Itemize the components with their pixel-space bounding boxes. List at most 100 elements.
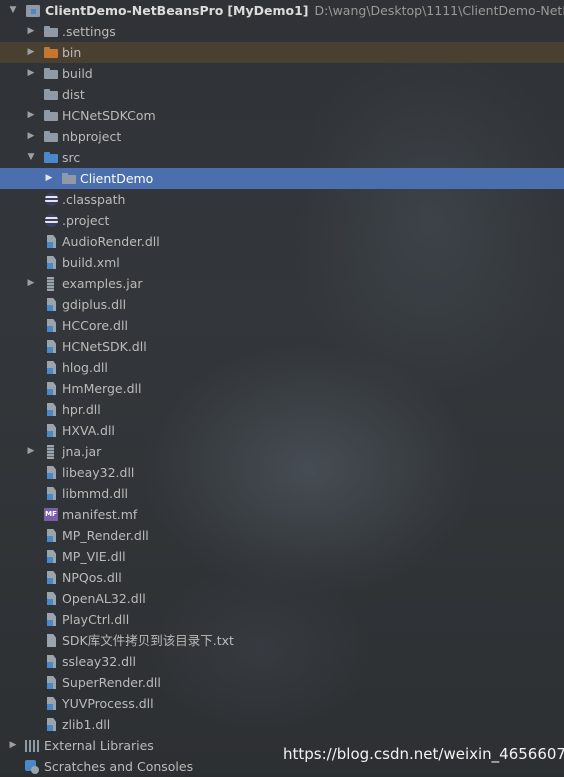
folder-icon — [44, 26, 58, 37]
dll-file-icon — [46, 676, 58, 690]
tree-item-hpr[interactable]: hpr.dll — [0, 399, 564, 420]
jar-icon — [44, 445, 58, 459]
eclipse-icon — [45, 214, 58, 227]
tree-item-label: External Libraries — [44, 738, 154, 753]
project-root-node[interactable]: ▼ ClientDemo-NetBeansPro [MyDemo1] D:\wan… — [0, 0, 564, 21]
tree-item-label: OpenAL32.dll — [62, 591, 146, 606]
dll-file-icon — [46, 298, 58, 312]
tree-item-superrender[interactable]: SuperRender.dll — [0, 672, 564, 693]
tree-item-build-xml[interactable]: build.xml — [0, 252, 564, 273]
tree-item-label: build — [62, 66, 93, 81]
tree-item-settings[interactable]: ▶ .settings — [0, 21, 564, 42]
tree-item-label: .project — [62, 213, 110, 228]
tree-item-hcnetsdkcom[interactable]: ▶ HCNetSDKCom — [0, 105, 564, 126]
tree-item-label: NPQos.dll — [62, 570, 122, 585]
tree-item-label: ssleay32.dll — [62, 654, 137, 669]
tree-item-label: HCNetSDKCom — [62, 108, 156, 123]
dll-file-icon — [46, 613, 58, 627]
dll-file-icon — [46, 340, 58, 354]
tree-item-sdk-txt[interactable]: SDK库文件拷贝到该目录下.txt — [0, 630, 564, 651]
tree-item-hlog[interactable]: hlog.dll — [0, 357, 564, 378]
folder-icon — [44, 89, 58, 100]
tree-item-classpath[interactable]: .classpath — [0, 189, 564, 210]
collapse-arrow-icon[interactable]: ▶ — [25, 273, 37, 294]
collapse-arrow-icon[interactable]: ▶ — [25, 126, 37, 147]
tree-item-bin[interactable]: ▶ bin — [0, 42, 564, 63]
collapse-arrow-icon[interactable]: ▶ — [25, 441, 37, 462]
tree-item-label: gdiplus.dll — [62, 297, 127, 312]
excluded-folder-icon — [44, 47, 58, 58]
tree-item-clientdemo[interactable]: ▶ ClientDemo — [0, 168, 564, 189]
dll-file-icon — [46, 466, 58, 480]
tree-item-label: HCCore.dll — [62, 318, 128, 333]
tree-item-manifest[interactable]: MF manifest.mf — [0, 504, 564, 525]
tree-item-project-file[interactable]: .project — [0, 210, 564, 231]
expand-arrow-icon[interactable]: ▼ — [25, 147, 37, 168]
tree-item-npqos[interactable]: NPQos.dll — [0, 567, 564, 588]
tree-item-hccore[interactable]: HCCore.dll — [0, 315, 564, 336]
folder-icon — [44, 131, 58, 142]
dll-file-icon — [46, 655, 58, 669]
dll-file-icon — [46, 319, 58, 333]
tree-item-label: libeay32.dll — [62, 465, 135, 480]
tree-item-label: HmMerge.dll — [62, 381, 142, 396]
tree-item-zlib1[interactable]: zlib1.dll — [0, 714, 564, 735]
collapse-arrow-icon[interactable]: ▶ — [25, 63, 37, 84]
tree-item-mp-render[interactable]: MP_Render.dll — [0, 525, 564, 546]
source-folder-icon — [44, 152, 58, 163]
tree-item-hcnetsdk[interactable]: HCNetSDK.dll — [0, 336, 564, 357]
tree-item-audiorender[interactable]: AudioRender.dll — [0, 231, 564, 252]
tree-item-label: dist — [62, 87, 85, 102]
tree-item-label: build.xml — [62, 255, 120, 270]
tree-item-yuvprocess[interactable]: YUVProcess.dll — [0, 693, 564, 714]
tree-item-label: examples.jar — [62, 276, 143, 291]
collapse-arrow-icon[interactable]: ▶ — [25, 21, 37, 42]
tree-item-mp-vie[interactable]: MP_VIE.dll — [0, 546, 564, 567]
dll-file-icon — [46, 718, 58, 732]
module-icon — [26, 4, 40, 17]
tree-item-dist[interactable]: dist — [0, 84, 564, 105]
tree-item-label: jna.jar — [62, 444, 102, 459]
dll-file-icon — [46, 529, 58, 543]
tree-item-nbproject[interactable]: ▶ nbproject — [0, 126, 564, 147]
project-path: D:\wang\Desktop\1111\ClientDemo-NetBeans… — [314, 3, 564, 18]
tree-item-label: hlog.dll — [62, 360, 108, 375]
project-tree: ▼ ClientDemo-NetBeansPro [MyDemo1] D:\wan… — [0, 0, 564, 777]
tree-item-hxva[interactable]: HXVA.dll — [0, 420, 564, 441]
tree-item-label: HCNetSDK.dll — [62, 339, 147, 354]
tree-item-label: MP_VIE.dll — [62, 549, 126, 564]
tree-item-gdiplus[interactable]: gdiplus.dll — [0, 294, 564, 315]
tree-item-libmmd[interactable]: libmmd.dll — [0, 483, 564, 504]
tree-item-libeay32[interactable]: libeay32.dll — [0, 462, 564, 483]
collapse-arrow-icon[interactable]: ▶ — [25, 105, 37, 126]
tree-item-label: MP_Render.dll — [62, 528, 149, 543]
tree-item-ssleay32[interactable]: ssleay32.dll — [0, 651, 564, 672]
tree-item-label: YUVProcess.dll — [62, 696, 154, 711]
tree-item-jna-jar[interactable]: ▶ jna.jar — [0, 441, 564, 462]
expand-arrow-icon[interactable]: ▼ — [7, 0, 19, 21]
collapse-arrow-icon[interactable]: ▶ — [43, 168, 55, 189]
tree-item-src[interactable]: ▼ src — [0, 147, 564, 168]
tree-item-label: SuperRender.dll — [62, 675, 161, 690]
tree-item-label: Scratches and Consoles — [44, 759, 194, 774]
libraries-icon — [25, 739, 39, 752]
tree-item-label: .classpath — [62, 192, 126, 207]
tree-item-label: hpr.dll — [62, 402, 101, 417]
collapse-arrow-icon[interactable]: ▶ — [7, 735, 19, 756]
tree-item-label: .settings — [62, 24, 116, 39]
tree-item-examples-jar[interactable]: ▶ examples.jar — [0, 273, 564, 294]
dll-file-icon — [46, 487, 58, 501]
collapse-arrow-icon[interactable]: ▶ — [25, 42, 37, 63]
tree-item-hmmerge[interactable]: HmMerge.dll — [0, 378, 564, 399]
tree-item-label: HXVA.dll — [62, 423, 115, 438]
project-name: ClientDemo-NetBeansPro — [45, 3, 224, 18]
tree-item-build[interactable]: ▶ build — [0, 63, 564, 84]
tree-item-openal32[interactable]: OpenAL32.dll — [0, 588, 564, 609]
tree-item-label: manifest.mf — [62, 507, 138, 522]
tree-item-label: SDK库文件拷贝到该目录下.txt — [62, 633, 234, 648]
xml-file-icon — [46, 256, 58, 270]
manifest-icon: MF — [44, 508, 58, 521]
tree-item-playctrl[interactable]: PlayCtrl.dll — [0, 609, 564, 630]
dll-file-icon — [46, 571, 58, 585]
tree-item-label: zlib1.dll — [62, 717, 111, 732]
